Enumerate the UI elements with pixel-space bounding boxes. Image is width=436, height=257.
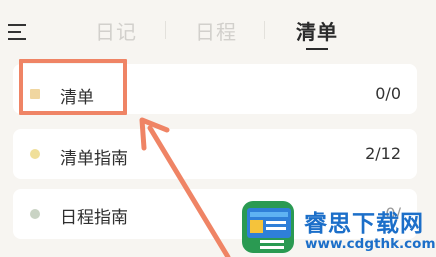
tab-checklist[interactable]: 清单 <box>296 16 338 45</box>
screen: 日记 日程 清单 清单 0/0 清单指南 2/12 日程指南 0/ 睿思下载网 … <box>0 0 436 257</box>
list-item-label: 清单指南 <box>60 149 128 169</box>
list-color-marker <box>30 209 40 219</box>
watermark-url: www.cdgthk.com <box>305 236 436 252</box>
tab-divider <box>165 21 166 39</box>
tab-diary[interactable]: 日记 <box>95 16 137 45</box>
watermark-logo-icon <box>240 199 296 255</box>
tab-bar: 日记 日程 清单 <box>0 0 436 60</box>
list-item-count: 2/12 <box>365 144 401 163</box>
list-color-marker <box>30 149 40 159</box>
watermark-title: 睿思下载网 <box>304 211 424 237</box>
tab-schedule[interactable]: 日程 <box>195 16 237 45</box>
list-item-label: 日程指南 <box>60 208 128 228</box>
list-item-count: 0/0 <box>375 84 401 103</box>
list-item-checklist-guide[interactable]: 清单指南 2/12 <box>13 129 417 179</box>
annotation-highlight-box <box>19 59 127 115</box>
active-tab-indicator <box>306 48 328 50</box>
tab-divider <box>264 21 265 39</box>
